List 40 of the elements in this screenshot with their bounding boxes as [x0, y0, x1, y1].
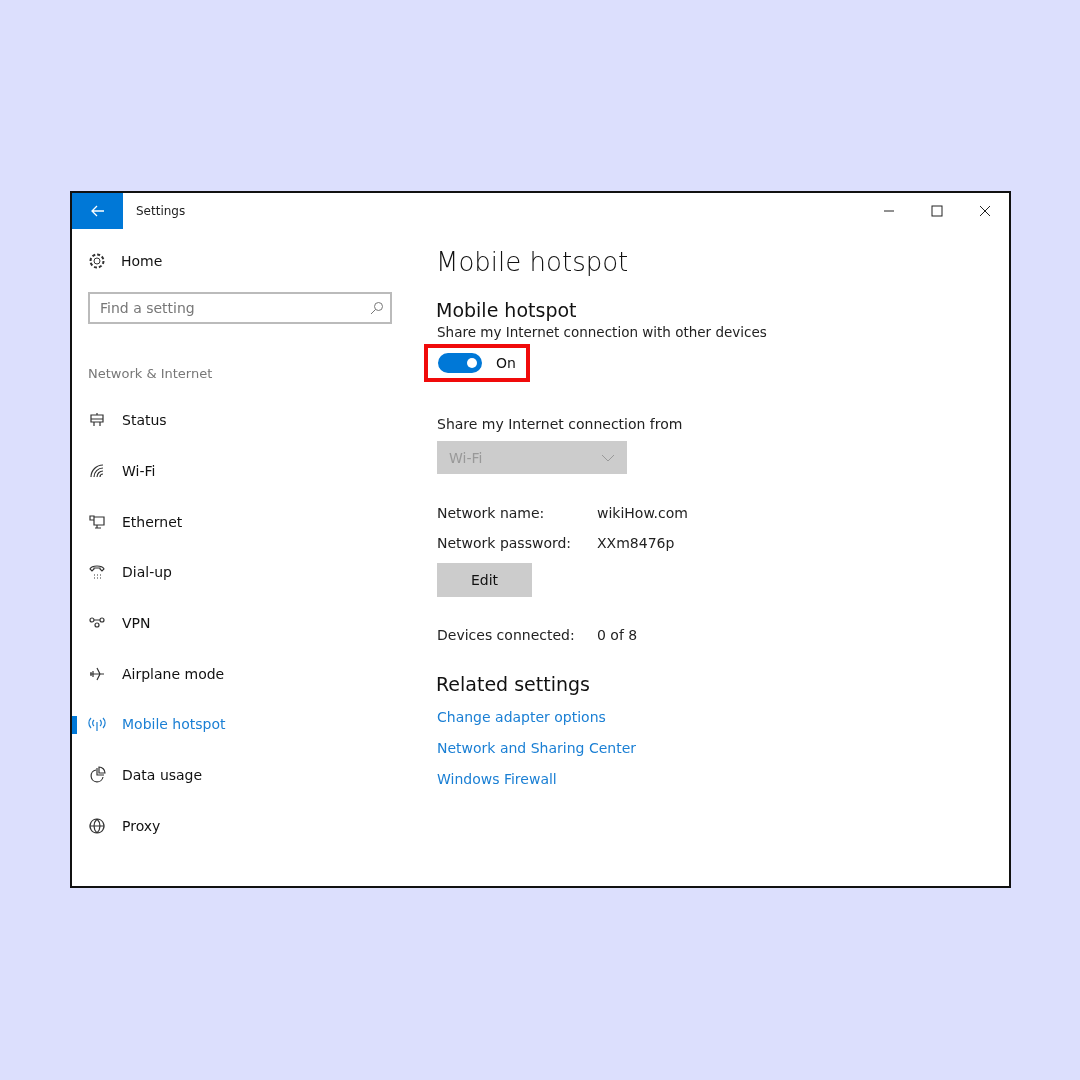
nav-item[interactable]: Status [88, 395, 416, 446]
detail-label: Devices connected: [437, 627, 576, 643]
detail-value: wikiHow.com [597, 505, 688, 521]
page-title: Mobile hotspot [436, 247, 629, 277]
related-link[interactable]: Windows Firewall [437, 771, 557, 787]
nav-item[interactable]: Wi-Fi [88, 445, 416, 497]
description-text: Share my Internet connection with other devices [437, 324, 767, 340]
detail-label: Network password: [437, 535, 573, 551]
section-heading: Mobile hotspot [436, 299, 577, 321]
section-heading: Network & Internet [88, 366, 214, 381]
nav-item[interactable]: Airplane mode [88, 648, 416, 700]
gear-icon [88, 252, 106, 270]
field-label: Share my Internet connection from [437, 416, 683, 432]
section-heading: Related settings [436, 673, 590, 695]
related-link[interactable]: Change adapter options [437, 709, 606, 725]
detail-value: 0 of 8 [597, 627, 638, 643]
nav-item[interactable]: Dial-up [88, 547, 416, 598]
nav-item[interactable]: VPN [88, 597, 416, 649]
chevron-down-icon [601, 453, 615, 462]
monitor-icon [88, 512, 106, 531]
back-arrow-icon [90, 205, 105, 217]
detail-label: Network name: [437, 505, 546, 521]
phone-icon [88, 563, 106, 582]
close-icon [979, 205, 991, 217]
home-nav-item[interactable]: Home [88, 252, 416, 270]
nav-item[interactable]: Ethernet [88, 496, 416, 548]
search-field[interactable]: Find a setting [88, 292, 392, 324]
antenna-icon [88, 715, 106, 734]
search-icon [370, 301, 384, 315]
detail-value: XXm8476p [597, 535, 676, 551]
window-title: Settings [136, 204, 186, 218]
nav-item[interactable]: Proxy [88, 800, 416, 852]
nav-item[interactable]: Data usage [88, 749, 416, 801]
edit-button[interactable]: Edit [437, 563, 532, 597]
toggle-label: On [496, 355, 516, 371]
pie-chart-icon [88, 766, 106, 785]
related-link[interactable]: Network and Sharing Center [437, 740, 636, 756]
back-button[interactable] [72, 193, 123, 229]
toggle-switch[interactable] [438, 353, 482, 373]
maximize-icon [931, 205, 943, 217]
